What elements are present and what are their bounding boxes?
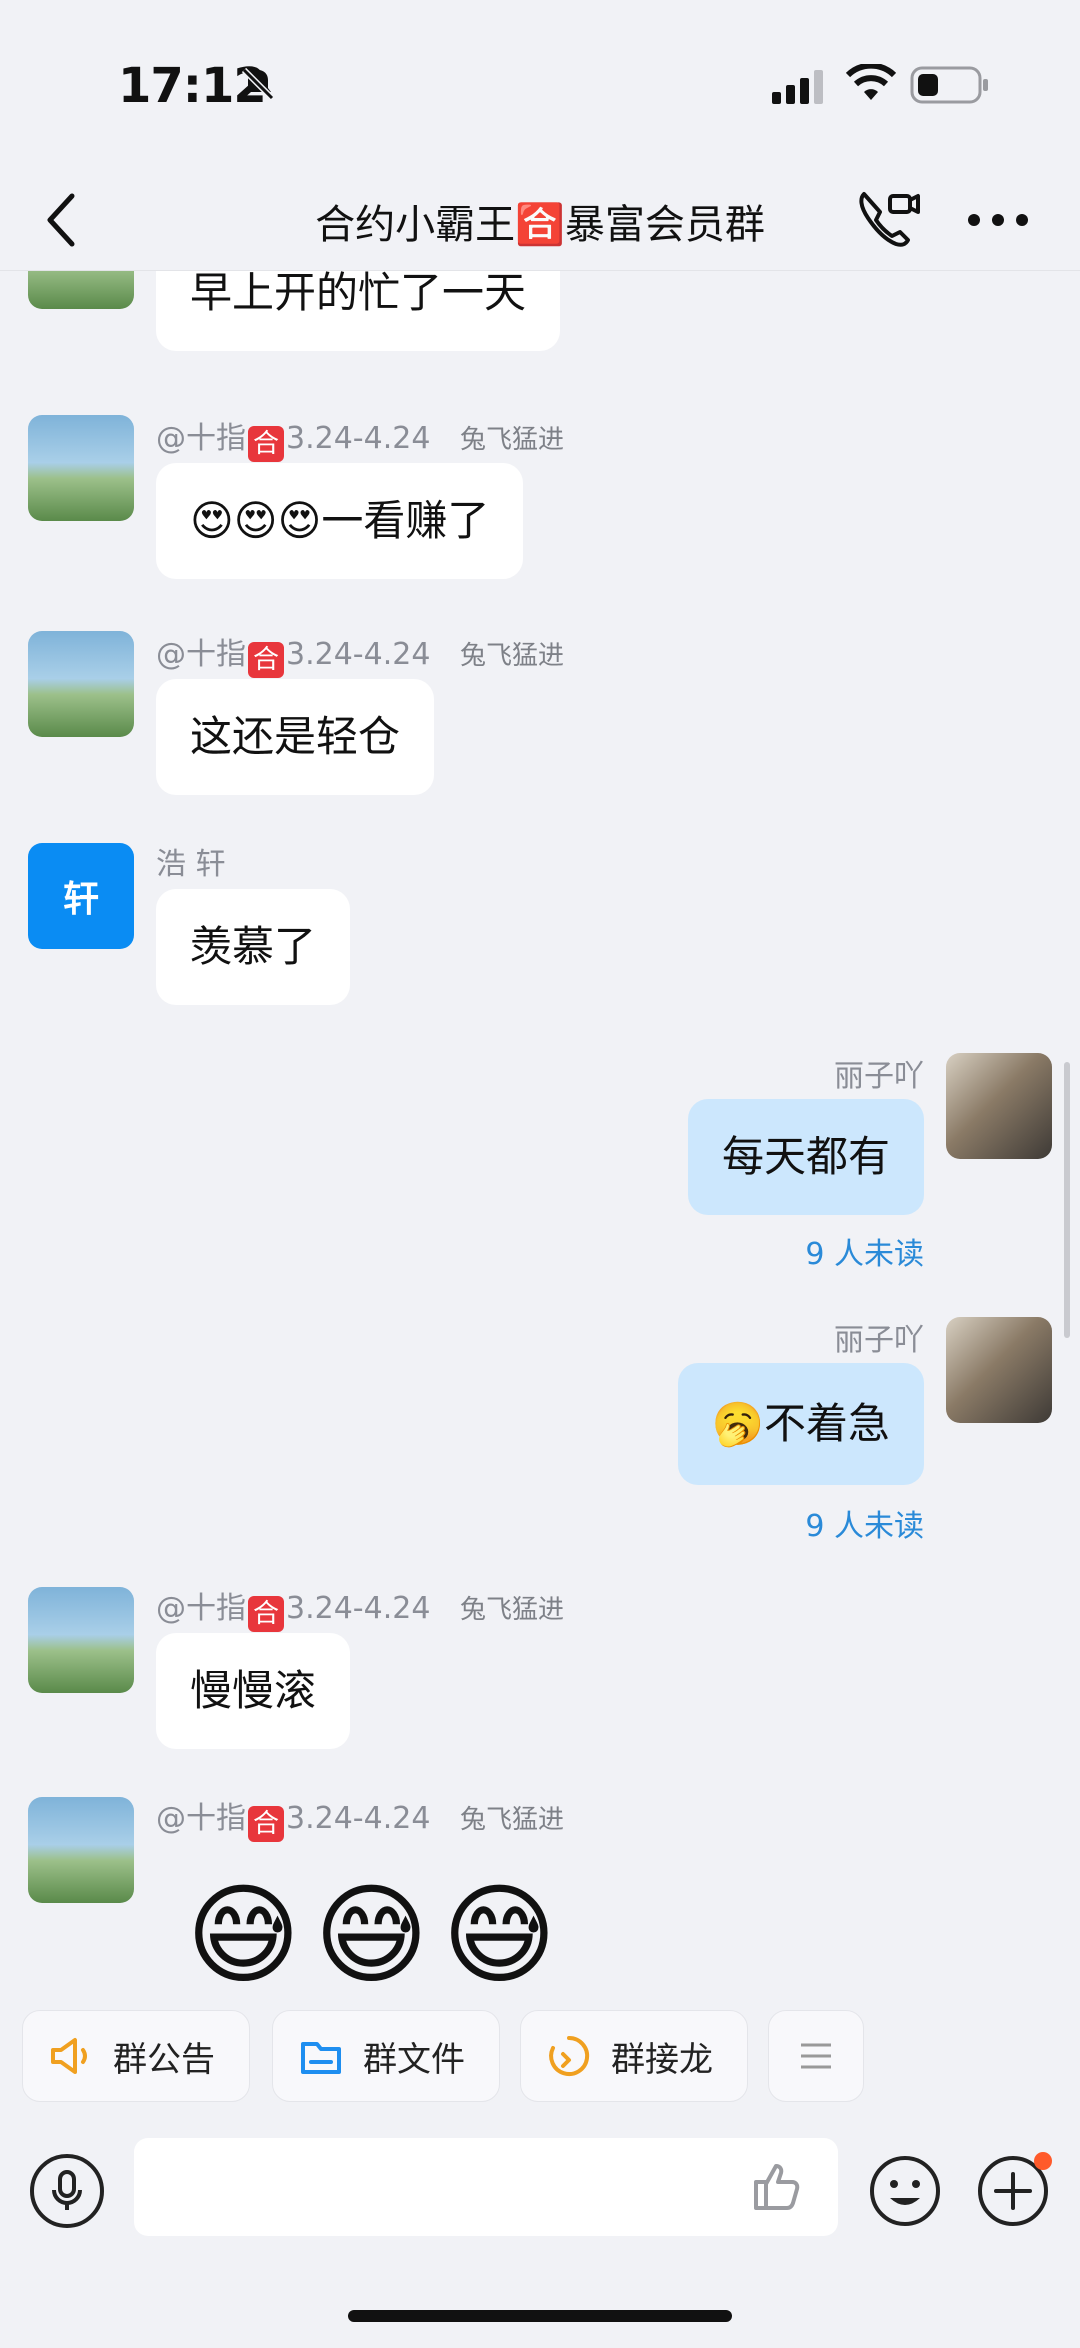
emoji-message[interactable]: 😅 😅 😅 <box>186 1875 606 2001</box>
chat-header: 合约小霸王🈴暴富会员群 <box>0 170 1080 271</box>
notification-dot <box>1034 2152 1052 2170</box>
more-options-icon[interactable] <box>966 212 1030 228</box>
avatar[interactable] <box>946 1053 1052 1159</box>
home-indicator[interactable] <box>348 2310 732 2322</box>
scrollbar[interactable] <box>1064 1062 1070 1338</box>
voice-video-call-icon[interactable] <box>856 188 922 250</box>
input-bar <box>0 2130 1080 2250</box>
wifi-icon <box>846 64 896 100</box>
avatar[interactable] <box>28 271 134 309</box>
sweat-smile-emoji: 😅 <box>442 1871 557 1999</box>
sender-name: @十指合 3.24-4.24 兔飞猛进 <box>156 413 564 462</box>
quick-actions: 群公告 群文件 群接龙 <box>0 2010 1080 2102</box>
microphone-icon <box>52 2170 82 2210</box>
sender-name: @十指合 3.24-4.24 兔飞猛进 <box>156 629 564 678</box>
avatar[interactable]: 轩 <box>28 843 134 949</box>
avatar[interactable] <box>28 1797 134 1903</box>
megaphone-icon <box>51 2038 87 2074</box>
menu-icon <box>801 2043 831 2069</box>
member-tag: 兔飞猛进 <box>459 425 564 455</box>
message-bubble[interactable]: 羡慕了 <box>156 889 351 1005</box>
sweat-smile-emoji: 😅 <box>186 1871 301 1999</box>
group-files-button[interactable]: 群文件 <box>272 2010 500 2102</box>
unread-count[interactable]: 9 人未读 <box>805 1501 924 1545</box>
bell-muted-icon <box>241 67 275 101</box>
group-relay-button[interactable]: 群接龙 <box>520 2010 748 2102</box>
avatar[interactable] <box>28 415 134 521</box>
signal-icon <box>772 70 823 104</box>
member-tag: 兔飞猛进 <box>459 641 564 671</box>
sender-name: 浩 轩 <box>156 847 226 882</box>
he-badge: 合 <box>248 426 284 462</box>
message-input[interactable] <box>134 2138 838 2236</box>
status-bar: 17:12 <box>0 0 1080 170</box>
group-notice-button[interactable]: 群公告 <box>22 2010 250 2102</box>
sender-name: 丽子吖 <box>834 1059 924 1094</box>
message-list[interactable]: 早上开的忙了一天 @十指合 3.24-4.24 兔飞猛进 😍😍😍一看赚了 @十指合… <box>0 271 1080 2001</box>
sender-name: @十指合 3.24-4.24 兔飞猛进 <box>156 1583 564 1632</box>
thumbs-up-icon[interactable] <box>750 2160 802 2212</box>
message-bubble[interactable]: 😍😍😍一看赚了 <box>156 463 524 579</box>
member-tag: 兔飞猛进 <box>459 1805 564 1835</box>
sender-name: 丽子吖 <box>834 1323 924 1358</box>
message-bubble[interactable]: 每天都有 <box>687 1099 924 1215</box>
message-bubble[interactable]: 🥱不着急 <box>677 1363 924 1485</box>
emoji-icon[interactable] <box>868 2154 942 2228</box>
he-badge: 合 <box>248 1596 284 1632</box>
he-badge: 合 <box>248 1806 284 1842</box>
sweat-smile-emoji: 😅 <box>314 1871 429 1999</box>
more-actions-button[interactable] <box>768 2010 864 2102</box>
message-bubble[interactable]: 慢慢滚 <box>156 1633 351 1749</box>
relay-icon <box>549 2035 590 2076</box>
he-badge: 合 <box>248 642 284 678</box>
unread-count[interactable]: 9 人未读 <box>805 1229 924 1273</box>
message-bubble[interactable]: 早上开的忙了一天 <box>156 271 561 351</box>
voice-input-button[interactable] <box>30 2154 104 2228</box>
folder-icon <box>301 2042 341 2074</box>
avatar[interactable] <box>28 1587 134 1693</box>
message-bubble[interactable]: 这还是轻仓 <box>156 679 435 795</box>
sender-name: @十指合 3.24-4.24 兔飞猛进 <box>156 1793 564 1842</box>
avatar[interactable] <box>946 1317 1052 1423</box>
battery-icon <box>910 66 988 104</box>
avatar[interactable] <box>28 631 134 737</box>
member-tag: 兔飞猛进 <box>459 1595 564 1625</box>
